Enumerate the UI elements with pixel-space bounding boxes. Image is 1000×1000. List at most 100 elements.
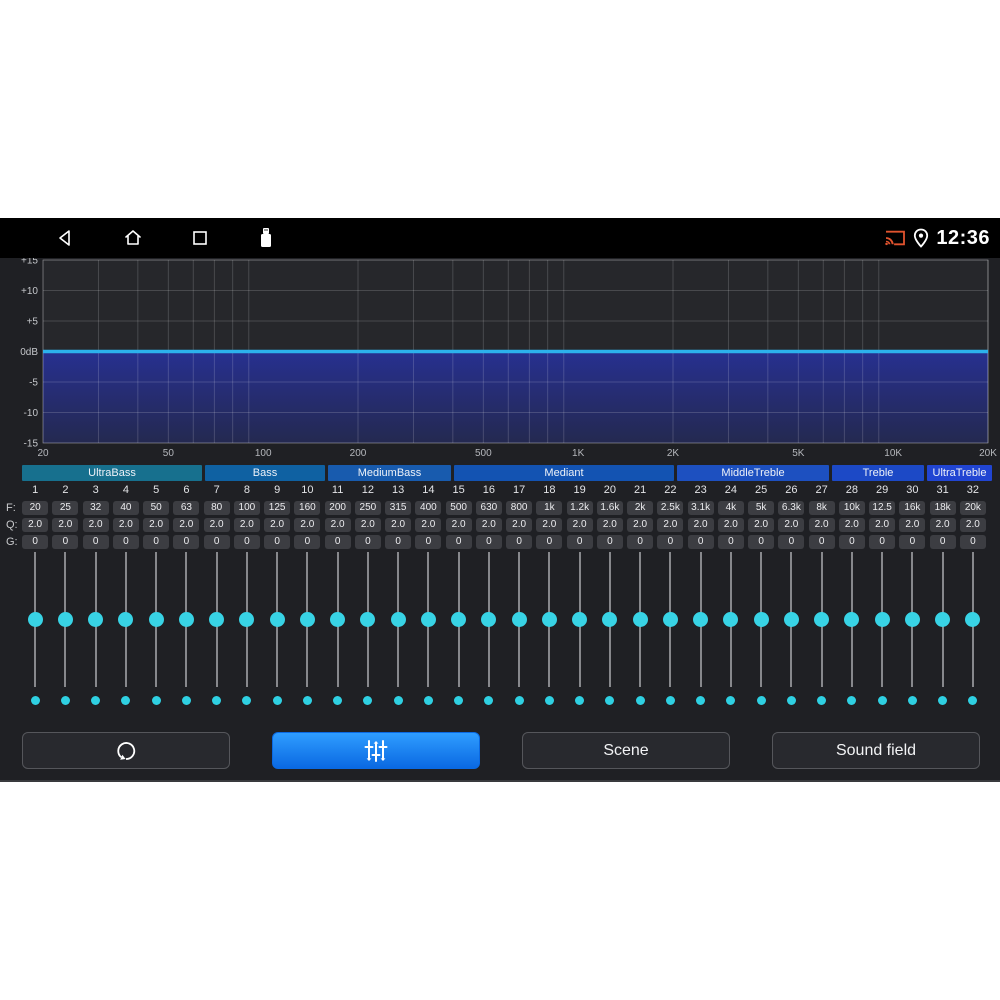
- freq-chip[interactable]: 400: [415, 501, 442, 515]
- q-chip[interactable]: 2.0: [869, 518, 896, 532]
- freq-chip[interactable]: 630: [475, 501, 502, 515]
- q-chip[interactable]: 2.0: [808, 518, 835, 532]
- freq-chip[interactable]: 160: [294, 501, 321, 515]
- slider-knob[interactable]: [57, 612, 73, 627]
- slider-knob[interactable]: [783, 612, 799, 627]
- slider-knob[interactable]: [451, 612, 467, 627]
- slider-knob[interactable]: [572, 612, 588, 627]
- band-group-mediumbass[interactable]: MediumBass: [328, 465, 451, 481]
- freq-chip[interactable]: 1.2k: [566, 501, 593, 515]
- q-chip[interactable]: 2.0: [233, 518, 260, 532]
- back-button[interactable]: [53, 226, 77, 250]
- gain-chip[interactable]: 0: [808, 535, 835, 549]
- slider-knob[interactable]: [27, 612, 43, 627]
- freq-chip[interactable]: 5k: [748, 501, 775, 515]
- gain-chip[interactable]: 0: [536, 535, 563, 549]
- gain-chip[interactable]: 0: [506, 535, 533, 549]
- freq-chip[interactable]: 6.3k: [778, 501, 805, 515]
- freq-chip[interactable]: 25: [52, 501, 79, 515]
- q-chip[interactable]: 2.0: [385, 518, 412, 532]
- q-chip[interactable]: 2.0: [717, 518, 744, 532]
- freq-chip[interactable]: 100: [233, 501, 260, 515]
- q-chip[interactable]: 2.0: [506, 518, 533, 532]
- slider-knob[interactable]: [511, 612, 527, 627]
- freq-chip[interactable]: 250: [354, 501, 381, 515]
- slider-knob[interactable]: [723, 612, 739, 627]
- slider-knob[interactable]: [269, 612, 285, 627]
- freq-chip[interactable]: 8k: [808, 501, 835, 515]
- freq-chip[interactable]: 200: [324, 501, 351, 515]
- gain-chip[interactable]: 0: [778, 535, 805, 549]
- slider-knob[interactable]: [239, 612, 255, 627]
- gain-chip[interactable]: 0: [838, 535, 865, 549]
- freq-chip[interactable]: 500: [445, 501, 472, 515]
- freq-chip[interactable]: 16k: [899, 501, 926, 515]
- gain-chip[interactable]: 0: [869, 535, 896, 549]
- slider-knob[interactable]: [602, 612, 618, 627]
- freq-chip[interactable]: 10k: [838, 501, 865, 515]
- gain-chip[interactable]: 0: [657, 535, 684, 549]
- freq-chip[interactable]: 32: [82, 501, 109, 515]
- q-chip[interactable]: 2.0: [143, 518, 170, 532]
- slider-knob[interactable]: [118, 612, 134, 627]
- slider-knob[interactable]: [541, 612, 557, 627]
- q-chip[interactable]: 2.0: [203, 518, 230, 532]
- q-chip[interactable]: 2.0: [52, 518, 79, 532]
- gain-chip[interactable]: 0: [324, 535, 351, 549]
- equalizer-button[interactable]: [272, 732, 480, 769]
- q-chip[interactable]: 2.0: [264, 518, 291, 532]
- q-chip[interactable]: 2.0: [687, 518, 714, 532]
- q-chip[interactable]: 2.0: [173, 518, 200, 532]
- slider-knob[interactable]: [330, 612, 346, 627]
- gain-chip[interactable]: 0: [627, 535, 654, 549]
- freq-chip[interactable]: 2k: [627, 501, 654, 515]
- gain-chip[interactable]: 0: [112, 535, 139, 549]
- gain-chip[interactable]: 0: [173, 535, 200, 549]
- scene-button[interactable]: Scene: [522, 732, 730, 769]
- home-button[interactable]: [121, 226, 145, 250]
- slider-knob[interactable]: [874, 612, 890, 627]
- freq-chip[interactable]: 20k: [959, 501, 986, 515]
- slider-knob[interactable]: [148, 612, 164, 627]
- q-chip[interactable]: 2.0: [657, 518, 684, 532]
- slider-knob[interactable]: [88, 612, 104, 627]
- reset-button[interactable]: [22, 732, 230, 769]
- slider-knob[interactable]: [693, 612, 709, 627]
- freq-chip[interactable]: 4k: [717, 501, 744, 515]
- slider-knob[interactable]: [965, 612, 981, 627]
- freq-chip[interactable]: 18k: [929, 501, 956, 515]
- band-group-treble[interactable]: Treble: [832, 465, 924, 481]
- q-chip[interactable]: 2.0: [475, 518, 502, 532]
- band-group-mediant[interactable]: Mediant: [454, 465, 674, 481]
- gain-chip[interactable]: 0: [687, 535, 714, 549]
- gain-chip[interactable]: 0: [22, 535, 49, 549]
- slider-knob[interactable]: [299, 612, 315, 627]
- gain-chip[interactable]: 0: [233, 535, 260, 549]
- freq-chip[interactable]: 20: [22, 501, 49, 515]
- q-chip[interactable]: 2.0: [838, 518, 865, 532]
- q-chip[interactable]: 2.0: [354, 518, 381, 532]
- freq-chip[interactable]: 315: [385, 501, 412, 515]
- q-chip[interactable]: 2.0: [112, 518, 139, 532]
- slider-knob[interactable]: [814, 612, 830, 627]
- slider-knob[interactable]: [844, 612, 860, 627]
- q-chip[interactable]: 2.0: [566, 518, 593, 532]
- freq-chip[interactable]: 800: [506, 501, 533, 515]
- gain-chip[interactable]: 0: [899, 535, 926, 549]
- gain-chip[interactable]: 0: [143, 535, 170, 549]
- q-chip[interactable]: 2.0: [778, 518, 805, 532]
- q-chip[interactable]: 2.0: [415, 518, 442, 532]
- band-group-ultratreble[interactable]: UltraTreble: [927, 465, 992, 481]
- gain-chip[interactable]: 0: [264, 535, 291, 549]
- q-chip[interactable]: 2.0: [22, 518, 49, 532]
- gain-chip[interactable]: 0: [385, 535, 412, 549]
- q-chip[interactable]: 2.0: [959, 518, 986, 532]
- gain-chip[interactable]: 0: [748, 535, 775, 549]
- q-chip[interactable]: 2.0: [627, 518, 654, 532]
- freq-chip[interactable]: 1.6k: [596, 501, 623, 515]
- freq-chip[interactable]: 50: [143, 501, 170, 515]
- freq-chip[interactable]: 125: [264, 501, 291, 515]
- freq-chip[interactable]: 80: [203, 501, 230, 515]
- gain-chip[interactable]: 0: [354, 535, 381, 549]
- gain-chip[interactable]: 0: [596, 535, 623, 549]
